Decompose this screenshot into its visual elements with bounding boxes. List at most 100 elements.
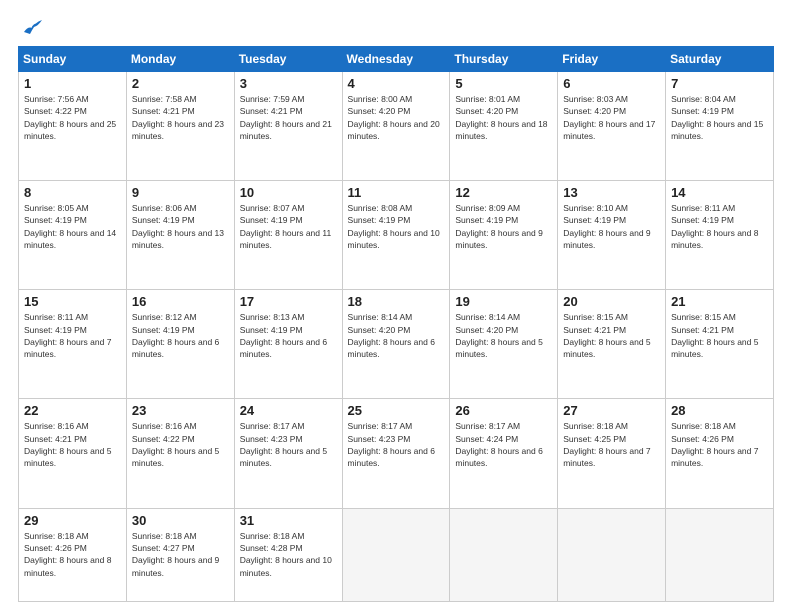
calendar-cell: 27Sunrise: 8:18 AMSunset: 4:25 PMDayligh… xyxy=(558,399,666,508)
day-info: Sunrise: 8:03 AMSunset: 4:20 PMDaylight:… xyxy=(563,93,661,142)
day-number: 2 xyxy=(132,76,230,91)
day-number: 25 xyxy=(348,403,446,418)
calendar-week-row: 8 Sunrise: 8:05 AMSunset: 4:19 PMDaylight… xyxy=(19,181,774,290)
calendar-cell: 26Sunrise: 8:17 AMSunset: 4:24 PMDayligh… xyxy=(450,399,558,508)
day-info: Sunrise: 8:12 AMSunset: 4:19 PMDaylight:… xyxy=(132,311,230,360)
day-number: 19 xyxy=(455,294,553,309)
calendar-cell: 8 Sunrise: 8:05 AMSunset: 4:19 PMDaylight… xyxy=(19,181,127,290)
day-info: Sunrise: 8:18 AMSunset: 4:27 PMDaylight:… xyxy=(132,530,230,579)
day-number: 21 xyxy=(671,294,769,309)
calendar-cell: 9 Sunrise: 8:06 AMSunset: 4:19 PMDaylight… xyxy=(126,181,234,290)
calendar-cell xyxy=(450,508,558,601)
day-number: 8 xyxy=(24,185,122,200)
day-number: 10 xyxy=(240,185,338,200)
day-info: Sunrise: 8:16 AMSunset: 4:22 PMDaylight:… xyxy=(132,420,230,469)
day-info: Sunrise: 8:04 AMSunset: 4:19 PMDaylight:… xyxy=(671,93,769,142)
calendar-week-row: 15 Sunrise: 8:11 AMSunset: 4:19 PMDayligh… xyxy=(19,290,774,399)
day-info: Sunrise: 8:11 AMSunset: 4:19 PMDaylight:… xyxy=(24,311,122,360)
calendar-cell: 14 Sunrise: 8:11 AMSunset: 4:19 PMDayligh… xyxy=(666,181,774,290)
day-number: 16 xyxy=(132,294,230,309)
day-info: Sunrise: 8:01 AMSunset: 4:20 PMDaylight:… xyxy=(455,93,553,142)
calendar-cell: 20 Sunrise: 8:15 AMSunset: 4:21 PMDayligh… xyxy=(558,290,666,399)
day-number: 15 xyxy=(24,294,122,309)
day-number: 14 xyxy=(671,185,769,200)
day-header-wednesday: Wednesday xyxy=(342,47,450,72)
calendar-cell: 3 Sunrise: 7:59 AMSunset: 4:21 PMDaylight… xyxy=(234,72,342,181)
logo xyxy=(18,18,46,36)
day-number: 12 xyxy=(455,185,553,200)
day-info: Sunrise: 8:15 AMSunset: 4:21 PMDaylight:… xyxy=(563,311,661,360)
calendar-cell: 12 Sunrise: 8:09 AMSunset: 4:19 PMDayligh… xyxy=(450,181,558,290)
day-info: Sunrise: 8:18 AMSunset: 4:26 PMDaylight:… xyxy=(24,530,122,579)
day-info: Sunrise: 8:05 AMSunset: 4:19 PMDaylight:… xyxy=(24,202,122,251)
calendar-week-row: 1Sunrise: 7:56 AMSunset: 4:22 PMDaylight… xyxy=(19,72,774,181)
day-number: 6 xyxy=(563,76,661,91)
header xyxy=(18,18,774,36)
calendar-cell: 18Sunrise: 8:14 AMSunset: 4:20 PMDayligh… xyxy=(342,290,450,399)
day-info: Sunrise: 8:11 AMSunset: 4:19 PMDaylight:… xyxy=(671,202,769,251)
day-number: 4 xyxy=(348,76,446,91)
day-number: 11 xyxy=(348,185,446,200)
calendar-cell: 15 Sunrise: 8:11 AMSunset: 4:19 PMDayligh… xyxy=(19,290,127,399)
day-number: 3 xyxy=(240,76,338,91)
day-header-friday: Friday xyxy=(558,47,666,72)
day-info: Sunrise: 8:10 AMSunset: 4:19 PMDaylight:… xyxy=(563,202,661,251)
day-info: Sunrise: 8:07 AMSunset: 4:19 PMDaylight:… xyxy=(240,202,338,251)
calendar-week-row: 22 Sunrise: 8:16 AMSunset: 4:21 PMDayligh… xyxy=(19,399,774,508)
day-info: Sunrise: 7:59 AMSunset: 4:21 PMDaylight:… xyxy=(240,93,338,142)
calendar-cell: 7 Sunrise: 8:04 AMSunset: 4:19 PMDaylight… xyxy=(666,72,774,181)
day-number: 28 xyxy=(671,403,769,418)
day-info: Sunrise: 8:18 AMSunset: 4:26 PMDaylight:… xyxy=(671,420,769,469)
calendar-cell: 29 Sunrise: 8:18 AMSunset: 4:26 PMDayligh… xyxy=(19,508,127,601)
day-number: 5 xyxy=(455,76,553,91)
day-header-saturday: Saturday xyxy=(666,47,774,72)
day-number: 13 xyxy=(563,185,661,200)
calendar-cell xyxy=(342,508,450,601)
day-number: 9 xyxy=(132,185,230,200)
day-number: 7 xyxy=(671,76,769,91)
day-number: 29 xyxy=(24,513,122,528)
day-info: Sunrise: 8:16 AMSunset: 4:21 PMDaylight:… xyxy=(24,420,122,469)
day-number: 17 xyxy=(240,294,338,309)
day-info: Sunrise: 8:09 AMSunset: 4:19 PMDaylight:… xyxy=(455,202,553,251)
day-header-thursday: Thursday xyxy=(450,47,558,72)
day-number: 31 xyxy=(240,513,338,528)
day-number: 24 xyxy=(240,403,338,418)
calendar-cell: 30 Sunrise: 8:18 AMSunset: 4:27 PMDayligh… xyxy=(126,508,234,601)
calendar-cell: 17 Sunrise: 8:13 AMSunset: 4:19 PMDayligh… xyxy=(234,290,342,399)
day-number: 22 xyxy=(24,403,122,418)
day-number: 27 xyxy=(563,403,661,418)
calendar-cell: 6 Sunrise: 8:03 AMSunset: 4:20 PMDaylight… xyxy=(558,72,666,181)
day-info: Sunrise: 8:06 AMSunset: 4:19 PMDaylight:… xyxy=(132,202,230,251)
calendar-cell: 19 Sunrise: 8:14 AMSunset: 4:20 PMDayligh… xyxy=(450,290,558,399)
calendar-cell: 1Sunrise: 7:56 AMSunset: 4:22 PMDaylight… xyxy=(19,72,127,181)
calendar-cell: 4 Sunrise: 8:00 AMSunset: 4:20 PMDaylight… xyxy=(342,72,450,181)
calendar-cell: 11Sunrise: 8:08 AMSunset: 4:19 PMDayligh… xyxy=(342,181,450,290)
day-info: Sunrise: 8:13 AMSunset: 4:19 PMDaylight:… xyxy=(240,311,338,360)
calendar-table: SundayMondayTuesdayWednesdayThursdayFrid… xyxy=(18,46,774,602)
day-info: Sunrise: 8:15 AMSunset: 4:21 PMDaylight:… xyxy=(671,311,769,360)
day-info: Sunrise: 8:14 AMSunset: 4:20 PMDaylight:… xyxy=(455,311,553,360)
calendar-cell: 13 Sunrise: 8:10 AMSunset: 4:19 PMDayligh… xyxy=(558,181,666,290)
logo-bird-icon xyxy=(22,18,44,36)
calendar-cell: 2 Sunrise: 7:58 AMSunset: 4:21 PMDaylight… xyxy=(126,72,234,181)
day-number: 1 xyxy=(24,76,122,91)
calendar-cell: 23Sunrise: 8:16 AMSunset: 4:22 PMDayligh… xyxy=(126,399,234,508)
calendar-cell: 5 Sunrise: 8:01 AMSunset: 4:20 PMDaylight… xyxy=(450,72,558,181)
day-number: 18 xyxy=(348,294,446,309)
calendar-cell: 16 Sunrise: 8:12 AMSunset: 4:19 PMDayligh… xyxy=(126,290,234,399)
calendar-cell xyxy=(666,508,774,601)
day-header-sunday: Sunday xyxy=(19,47,127,72)
day-info: Sunrise: 8:17 AMSunset: 4:23 PMDaylight:… xyxy=(348,420,446,469)
day-number: 30 xyxy=(132,513,230,528)
calendar-cell: 25 Sunrise: 8:17 AMSunset: 4:23 PMDayligh… xyxy=(342,399,450,508)
day-info: Sunrise: 7:58 AMSunset: 4:21 PMDaylight:… xyxy=(132,93,230,142)
day-info: Sunrise: 8:17 AMSunset: 4:23 PMDaylight:… xyxy=(240,420,338,469)
day-number: 20 xyxy=(563,294,661,309)
calendar-cell: 24 Sunrise: 8:17 AMSunset: 4:23 PMDayligh… xyxy=(234,399,342,508)
day-number: 26 xyxy=(455,403,553,418)
day-header-monday: Monday xyxy=(126,47,234,72)
day-info: Sunrise: 8:00 AMSunset: 4:20 PMDaylight:… xyxy=(348,93,446,142)
calendar-cell: 28 Sunrise: 8:18 AMSunset: 4:26 PMDayligh… xyxy=(666,399,774,508)
calendar-cell: 21 Sunrise: 8:15 AMSunset: 4:21 PMDayligh… xyxy=(666,290,774,399)
